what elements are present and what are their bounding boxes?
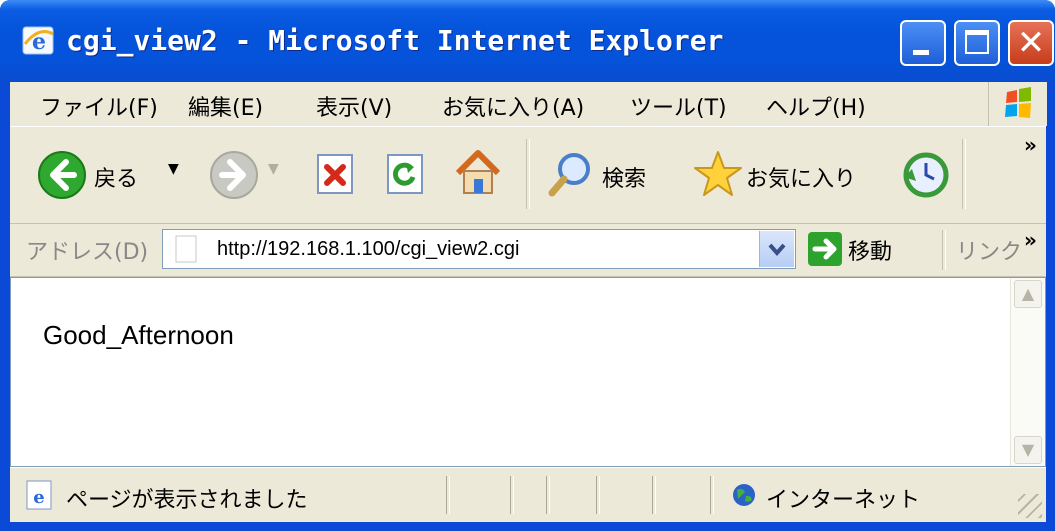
scroll-down-button[interactable]: ▼	[1014, 436, 1042, 464]
scroll-up-button[interactable]: ▲	[1014, 280, 1042, 308]
address-url: http://192.168.1.100/cgi_view2.cgi	[217, 238, 520, 260]
chevron-down-icon	[768, 243, 786, 257]
back-dropdown-icon[interactable]: ▼	[168, 161, 179, 177]
go-button[interactable]	[808, 232, 842, 266]
address-input[interactable]: http://192.168.1.100/cgi_view2.cgi	[162, 229, 796, 269]
home-icon	[455, 150, 501, 194]
close-icon: ✕	[1016, 23, 1046, 63]
links-overflow-chevron[interactable]: »	[1024, 228, 1037, 252]
back-button[interactable]: 戻る ▼	[32, 147, 182, 203]
maximize-icon	[965, 30, 989, 54]
status-divider	[546, 476, 550, 514]
status-divider	[652, 476, 656, 514]
go-arrow-icon	[812, 238, 837, 260]
svg-text:e: e	[33, 487, 44, 508]
address-bar: アドレス(D) http://192.168.1.100/cgi_view2.c…	[10, 224, 1046, 277]
stop-icon	[317, 154, 353, 194]
page-icon	[175, 235, 197, 263]
page-content: Good_Afternoon ▲ ▼	[10, 277, 1046, 467]
menu-help[interactable]: ヘルプ(H)	[766, 90, 866, 122]
close-button[interactable]: ✕	[1008, 20, 1054, 66]
back-label: 戻る	[94, 167, 139, 192]
security-zone-label: インターネット	[766, 488, 921, 513]
status-message: ページが表示されました	[66, 488, 308, 513]
windows-logo	[988, 82, 1047, 126]
links-label[interactable]: リンク	[956, 234, 1022, 266]
links-separator	[942, 230, 946, 270]
menu-edit[interactable]: 編集(E)	[188, 90, 263, 122]
status-divider	[710, 476, 714, 514]
address-dropdown-button[interactable]	[759, 231, 794, 267]
ie-window: e cgi_view2 - Microsoft Internet Explore…	[0, 0, 1055, 531]
menu-view[interactable]: 表示(V)	[316, 90, 392, 122]
go-label[interactable]: 移動	[848, 234, 892, 266]
star-icon	[694, 151, 742, 196]
menu-file[interactable]: ファイル(F)	[40, 90, 158, 122]
favorites-label: お気に入り	[746, 167, 857, 192]
internet-globe-icon	[733, 484, 755, 506]
toolbar-overflow-chevron[interactable]: »	[1024, 133, 1037, 157]
menu-favorites[interactable]: お気に入り(A)	[442, 90, 584, 122]
history-button[interactable]	[898, 147, 954, 203]
windows-flag-icon	[1005, 87, 1031, 118]
search-button[interactable]: 検索	[544, 147, 674, 203]
history-icon	[903, 152, 949, 198]
ie-logo-icon: e	[22, 26, 54, 55]
refresh-button[interactable]	[380, 147, 432, 203]
menu-bar: ファイル(F) 編集(E) 表示(V) お気に入り(A) ツール(T) ヘルプ(…	[10, 82, 1047, 127]
resize-grip[interactable]	[1018, 494, 1042, 518]
maximize-button[interactable]	[954, 20, 1000, 66]
toolbar-separator-end	[962, 139, 966, 209]
forward-dropdown-icon: ▼	[268, 161, 279, 177]
address-label: アドレス(D)	[26, 240, 149, 265]
back-arrow-icon	[38, 151, 86, 199]
status-bar: e ページが表示されました インターネット	[10, 467, 1046, 522]
page-body-text: Good_Afternoon	[43, 320, 234, 350]
title-bar[interactable]: e cgi_view2 - Microsoft Internet Explore…	[0, 0, 1055, 82]
search-label: 検索	[602, 167, 647, 192]
minimize-button[interactable]	[900, 20, 946, 66]
menu-tools[interactable]: ツール(T)	[630, 90, 727, 122]
forward-button[interactable]: ▼	[204, 147, 290, 203]
standard-toolbar: 戻る ▼ ▼ 検索 お気に入り »	[10, 127, 1046, 224]
page-loaded-icon: e	[26, 480, 52, 510]
toolbar-separator	[526, 139, 530, 209]
window-title: cgi_view2 - Microsoft Internet Explorer	[66, 24, 724, 57]
favorites-button[interactable]: お気に入り	[692, 147, 888, 203]
stop-button[interactable]	[310, 147, 362, 203]
refresh-icon	[387, 154, 423, 194]
search-icon	[548, 153, 590, 197]
vertical-scrollbar[interactable]: ▲ ▼	[1010, 278, 1045, 466]
minimize-icon	[913, 50, 929, 55]
status-divider	[510, 476, 514, 514]
forward-arrow-icon	[210, 151, 258, 199]
status-divider	[446, 476, 450, 514]
status-divider	[596, 476, 600, 514]
home-button[interactable]	[450, 147, 510, 203]
